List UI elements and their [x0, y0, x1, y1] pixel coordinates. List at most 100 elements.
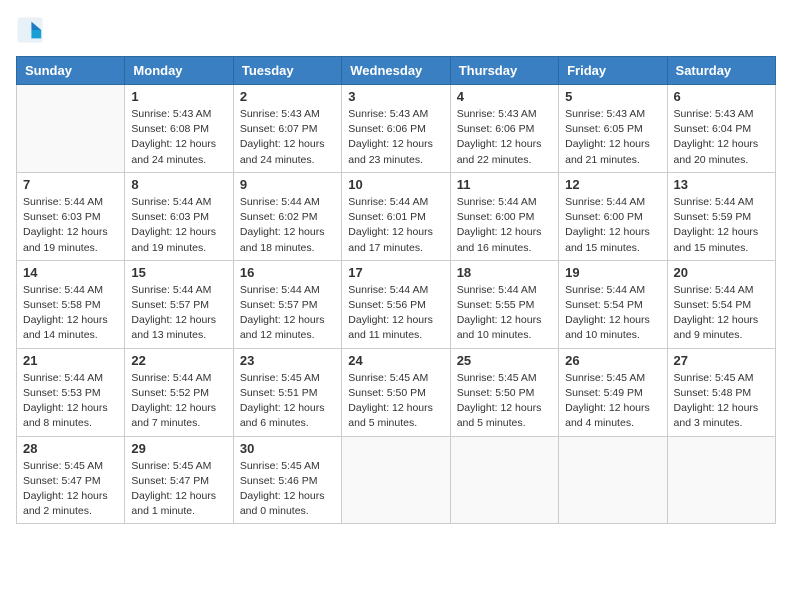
- day-number: 12: [565, 177, 660, 192]
- calendar-cell: 29 Sunrise: 5:45 AMSunset: 5:47 PMDayligh…: [125, 436, 233, 524]
- day-info: Sunrise: 5:44 AMSunset: 5:54 PMDaylight:…: [674, 283, 769, 344]
- day-info: Sunrise: 5:43 AMSunset: 6:06 PMDaylight:…: [348, 107, 443, 168]
- day-number: 26: [565, 353, 660, 368]
- calendar-cell: [667, 436, 775, 524]
- day-number: 30: [240, 441, 335, 456]
- day-number: 22: [131, 353, 226, 368]
- day-number: 2: [240, 89, 335, 104]
- day-number: 6: [674, 89, 769, 104]
- day-info: Sunrise: 5:45 AMSunset: 5:51 PMDaylight:…: [240, 371, 335, 432]
- day-number: 9: [240, 177, 335, 192]
- day-info: Sunrise: 5:44 AMSunset: 6:00 PMDaylight:…: [565, 195, 660, 256]
- calendar-cell: 20 Sunrise: 5:44 AMSunset: 5:54 PMDayligh…: [667, 260, 775, 348]
- calendar-cell: 13 Sunrise: 5:44 AMSunset: 5:59 PMDayligh…: [667, 172, 775, 260]
- day-number: 1: [131, 89, 226, 104]
- day-info: Sunrise: 5:43 AMSunset: 6:07 PMDaylight:…: [240, 107, 335, 168]
- day-number: 27: [674, 353, 769, 368]
- day-of-week-header: Thursday: [450, 57, 558, 85]
- day-of-week-header: Saturday: [667, 57, 775, 85]
- day-info: Sunrise: 5:45 AMSunset: 5:49 PMDaylight:…: [565, 371, 660, 432]
- day-number: 18: [457, 265, 552, 280]
- calendar-cell: 2 Sunrise: 5:43 AMSunset: 6:07 PMDaylight…: [233, 85, 341, 173]
- logo-icon: [16, 16, 44, 44]
- day-info: Sunrise: 5:45 AMSunset: 5:47 PMDaylight:…: [131, 459, 226, 520]
- calendar-cell: 14 Sunrise: 5:44 AMSunset: 5:58 PMDayligh…: [17, 260, 125, 348]
- day-number: 20: [674, 265, 769, 280]
- day-number: 29: [131, 441, 226, 456]
- day-number: 10: [348, 177, 443, 192]
- calendar-cell: 27 Sunrise: 5:45 AMSunset: 5:48 PMDayligh…: [667, 348, 775, 436]
- calendar-cell: 15 Sunrise: 5:44 AMSunset: 5:57 PMDayligh…: [125, 260, 233, 348]
- day-info: Sunrise: 5:45 AMSunset: 5:50 PMDaylight:…: [457, 371, 552, 432]
- day-info: Sunrise: 5:44 AMSunset: 5:52 PMDaylight:…: [131, 371, 226, 432]
- day-info: Sunrise: 5:44 AMSunset: 5:58 PMDaylight:…: [23, 283, 118, 344]
- day-info: Sunrise: 5:43 AMSunset: 6:05 PMDaylight:…: [565, 107, 660, 168]
- day-number: 7: [23, 177, 118, 192]
- day-info: Sunrise: 5:44 AMSunset: 5:59 PMDaylight:…: [674, 195, 769, 256]
- calendar-cell: 25 Sunrise: 5:45 AMSunset: 5:50 PMDayligh…: [450, 348, 558, 436]
- day-info: Sunrise: 5:45 AMSunset: 5:48 PMDaylight:…: [674, 371, 769, 432]
- day-number: 16: [240, 265, 335, 280]
- day-number: 15: [131, 265, 226, 280]
- day-info: Sunrise: 5:43 AMSunset: 6:04 PMDaylight:…: [674, 107, 769, 168]
- calendar-cell: 12 Sunrise: 5:44 AMSunset: 6:00 PMDayligh…: [559, 172, 667, 260]
- calendar-cell: 22 Sunrise: 5:44 AMSunset: 5:52 PMDayligh…: [125, 348, 233, 436]
- calendar-cell: 18 Sunrise: 5:44 AMSunset: 5:55 PMDayligh…: [450, 260, 558, 348]
- day-info: Sunrise: 5:44 AMSunset: 6:03 PMDaylight:…: [23, 195, 118, 256]
- day-info: Sunrise: 5:44 AMSunset: 6:03 PMDaylight:…: [131, 195, 226, 256]
- calendar-cell: 23 Sunrise: 5:45 AMSunset: 5:51 PMDayligh…: [233, 348, 341, 436]
- day-number: 21: [23, 353, 118, 368]
- calendar-cell: 1 Sunrise: 5:43 AMSunset: 6:08 PMDaylight…: [125, 85, 233, 173]
- page-header: [16, 16, 776, 44]
- calendar-cell: 16 Sunrise: 5:44 AMSunset: 5:57 PMDayligh…: [233, 260, 341, 348]
- calendar-cell: 3 Sunrise: 5:43 AMSunset: 6:06 PMDaylight…: [342, 85, 450, 173]
- day-number: 8: [131, 177, 226, 192]
- calendar-cell: 30 Sunrise: 5:45 AMSunset: 5:46 PMDayligh…: [233, 436, 341, 524]
- day-number: 23: [240, 353, 335, 368]
- day-number: 11: [457, 177, 552, 192]
- calendar-cell: [17, 85, 125, 173]
- calendar-cell: 10 Sunrise: 5:44 AMSunset: 6:01 PMDayligh…: [342, 172, 450, 260]
- day-info: Sunrise: 5:44 AMSunset: 6:00 PMDaylight:…: [457, 195, 552, 256]
- calendar-cell: [342, 436, 450, 524]
- day-number: 24: [348, 353, 443, 368]
- calendar-cell: 9 Sunrise: 5:44 AMSunset: 6:02 PMDaylight…: [233, 172, 341, 260]
- calendar-cell: 19Sunrise: 5:44 AMSunset: 5:54 PMDayligh…: [559, 260, 667, 348]
- calendar-cell: 7 Sunrise: 5:44 AMSunset: 6:03 PMDaylight…: [17, 172, 125, 260]
- day-info: Sunrise: 5:45 AMSunset: 5:50 PMDaylight:…: [348, 371, 443, 432]
- day-number: 17: [348, 265, 443, 280]
- day-number: 28: [23, 441, 118, 456]
- day-info: Sunrise: 5:44 AMSunset: 5:55 PMDaylight:…: [457, 283, 552, 344]
- day-of-week-header: Friday: [559, 57, 667, 85]
- day-info: Sunrise: 5:43 AMSunset: 6:08 PMDaylight:…: [131, 107, 226, 168]
- day-of-week-header: Monday: [125, 57, 233, 85]
- day-info: Sunrise: 5:43 AMSunset: 6:06 PMDaylight:…: [457, 107, 552, 168]
- day-of-week-header: Sunday: [17, 57, 125, 85]
- day-info: Sunrise: 5:44 AMSunset: 6:01 PMDaylight:…: [348, 195, 443, 256]
- day-info: Sunrise: 5:44 AMSunset: 5:53 PMDaylight:…: [23, 371, 118, 432]
- day-number: 3: [348, 89, 443, 104]
- day-info: Sunrise: 5:44 AMSunset: 5:57 PMDaylight:…: [240, 283, 335, 344]
- calendar-cell: 11 Sunrise: 5:44 AMSunset: 6:00 PMDayligh…: [450, 172, 558, 260]
- day-number: 4: [457, 89, 552, 104]
- day-number: 5: [565, 89, 660, 104]
- day-number: 25: [457, 353, 552, 368]
- day-info: Sunrise: 5:45 AMSunset: 5:47 PMDaylight:…: [23, 459, 118, 520]
- logo: [16, 16, 48, 44]
- day-info: Sunrise: 5:44 AMSunset: 5:56 PMDaylight:…: [348, 283, 443, 344]
- day-of-week-header: Wednesday: [342, 57, 450, 85]
- calendar-cell: 21 Sunrise: 5:44 AMSunset: 5:53 PMDayligh…: [17, 348, 125, 436]
- day-number: 14: [23, 265, 118, 280]
- calendar-cell: 6 Sunrise: 5:43 AMSunset: 6:04 PMDaylight…: [667, 85, 775, 173]
- calendar-cell: 24 Sunrise: 5:45 AMSunset: 5:50 PMDayligh…: [342, 348, 450, 436]
- calendar-cell: 28 Sunrise: 5:45 AMSunset: 5:47 PMDayligh…: [17, 436, 125, 524]
- calendar-cell: [559, 436, 667, 524]
- calendar-table: SundayMondayTuesdayWednesdayThursdayFrid…: [16, 56, 776, 524]
- day-info: Sunrise: 5:44 AMSunset: 5:57 PMDaylight:…: [131, 283, 226, 344]
- day-info: Sunrise: 5:44 AMSunset: 5:54 PMDaylight:…: [565, 283, 660, 344]
- calendar-cell: 5 Sunrise: 5:43 AMSunset: 6:05 PMDaylight…: [559, 85, 667, 173]
- day-number: 13: [674, 177, 769, 192]
- day-info: Sunrise: 5:44 AMSunset: 6:02 PMDaylight:…: [240, 195, 335, 256]
- calendar-cell: 4 Sunrise: 5:43 AMSunset: 6:06 PMDaylight…: [450, 85, 558, 173]
- day-info: Sunrise: 5:45 AMSunset: 5:46 PMDaylight:…: [240, 459, 335, 520]
